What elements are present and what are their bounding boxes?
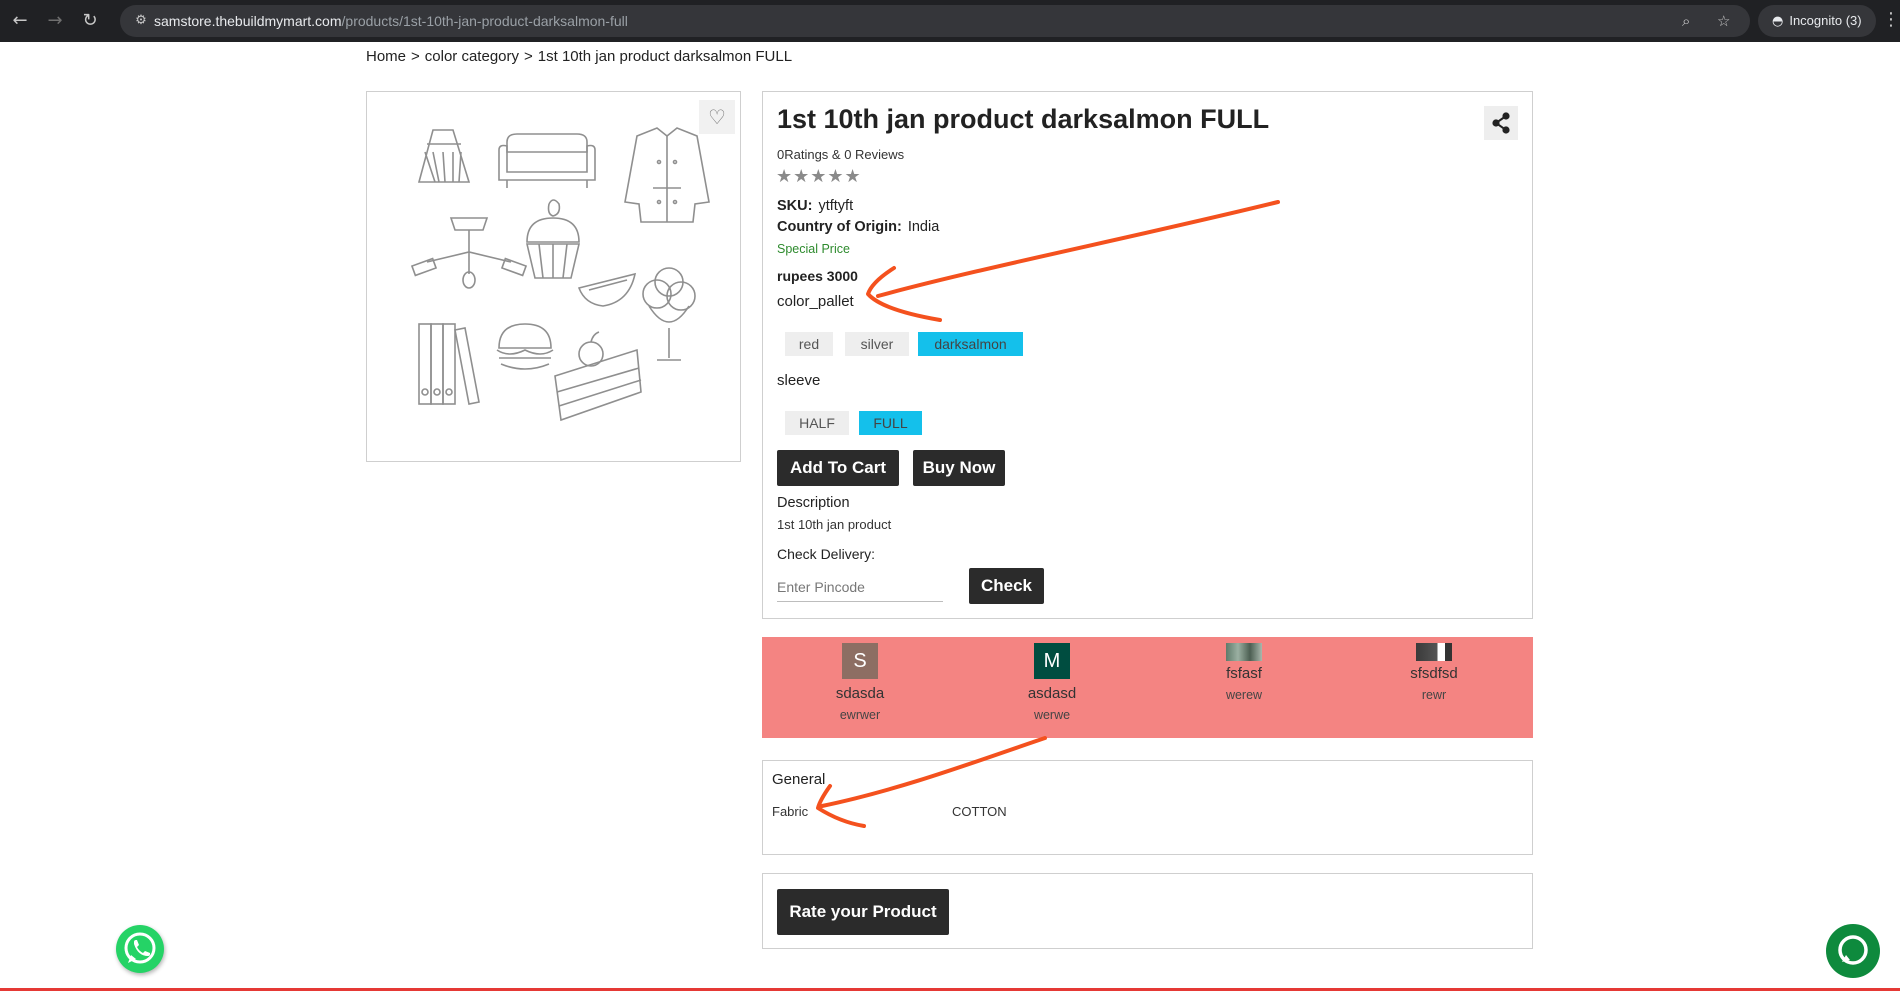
product-info-panel: 1st 10th jan product darksalmon FULL 0Ra… (762, 91, 1533, 619)
avatar (1226, 643, 1262, 661)
color-chip-silver[interactable]: silver (845, 332, 909, 356)
chat-glyph (1838, 935, 1868, 965)
testimonial-text: ewrwer (839, 708, 881, 722)
check-delivery-button[interactable]: Check (969, 568, 1044, 604)
rate-panel: Rate your Product (762, 873, 1533, 949)
share-icon[interactable] (1484, 106, 1518, 140)
rate-product-button[interactable]: Rate your Product (777, 889, 949, 935)
testimonial-card: S sdasda ewrwer (780, 643, 940, 722)
incognito-icon: ◓ (1772, 14, 1784, 29)
whatsapp-glyph (124, 932, 156, 964)
share-glyph (1492, 112, 1510, 134)
avatar: S (842, 643, 878, 679)
origin-label: Country of Origin: (777, 219, 902, 235)
testimonial-card: M asdasd werwe (972, 643, 1132, 722)
origin-value: India (907, 219, 940, 235)
breadcrumb-home[interactable]: Home (366, 48, 406, 65)
testimonial-card: fsfasf werew (1164, 643, 1324, 702)
chat-icon[interactable] (1826, 924, 1880, 978)
product-image[interactable]: ♡ (366, 91, 741, 462)
spec-key: Fabric (772, 804, 809, 819)
avatar (1416, 643, 1452, 661)
sleeve-chip-half[interactable]: HALF (785, 411, 849, 435)
breadcrumb: Home > color category >1st 10th jan product… (366, 48, 797, 65)
price: rupees 3000 (777, 268, 858, 284)
sleeve-chip-full[interactable]: FULL (859, 411, 922, 435)
product-title: 1st 10th jan product darksalmon FULL (777, 104, 1270, 134)
address-bar[interactable]: ⚙ samstore.thebuildmymart.com/products/1… (120, 5, 1750, 37)
pincode-input[interactable] (777, 572, 943, 602)
site-info-icon[interactable]: ⚙ (132, 12, 150, 30)
bookmark-star-icon[interactable]: ☆ (1717, 12, 1730, 30)
breadcrumb-separator: > (411, 48, 420, 65)
testimonial-name: asdasd (1027, 685, 1077, 702)
whatsapp-icon[interactable] (116, 925, 164, 973)
url-text[interactable]: samstore.thebuildmymart.com/products/1st… (154, 13, 628, 29)
testimonial-card: sfsdfsd rewr (1354, 643, 1514, 702)
testimonial-text: rewr (1421, 688, 1447, 702)
special-price-label: Special Price (777, 242, 850, 256)
sku-row: SKU: ytftyft (777, 198, 853, 214)
color-chip-red[interactable]: red (785, 332, 833, 356)
incognito-indicator[interactable]: ◓ Incognito (3) (1758, 5, 1876, 37)
ratings-summary: 0Ratings & 0 Reviews (777, 147, 905, 162)
breadcrumb-separator: > (524, 48, 533, 65)
testimonial-text: werwe (1033, 708, 1071, 722)
sku-label: SKU: (777, 198, 813, 214)
sku-value: ytftyft (818, 198, 854, 214)
zoom-icon[interactable]: ⌕ (1682, 12, 1690, 30)
browser-menu-icon[interactable]: ⋮ (1882, 9, 1900, 30)
forward-icon[interactable]: → (43, 9, 67, 33)
spec-heading: General (772, 771, 826, 788)
avatar: M (1034, 643, 1070, 679)
testimonial-name: fsfasf (1226, 665, 1262, 682)
heart-icon[interactable]: ♡ (699, 100, 735, 134)
description-label: Description (777, 495, 850, 511)
breadcrumb-category[interactable]: color category (425, 48, 519, 65)
rating-stars: ★★★★★ (776, 166, 862, 187)
add-to-cart-button[interactable]: Add To Cart (777, 450, 899, 486)
delivery-label: Check Delivery: (777, 546, 876, 562)
testimonial-text: werew (1225, 688, 1263, 702)
placeholder-illustration (410, 127, 710, 422)
specifications-panel: General Fabric COTTON (762, 760, 1533, 855)
browser-toolbar: ← → ↻ ⚙ samstore.thebuildmymart.com/prod… (0, 0, 1900, 42)
testimonial-name: sfsdfsd (1410, 665, 1458, 682)
reload-icon[interactable]: ↻ (78, 9, 102, 33)
color-option-label: color_pallet (777, 293, 854, 310)
description-text: 1st 10th jan product (777, 517, 892, 532)
back-icon[interactable]: ← (8, 9, 32, 33)
buy-now-button[interactable]: Buy Now (913, 450, 1005, 486)
spec-value: COTTON (952, 804, 1007, 819)
color-chip-darksalmon[interactable]: darksalmon (918, 332, 1023, 356)
testimonials-strip: S sdasda ewrwer M asdasd werwe fsfasf we… (762, 637, 1533, 738)
testimonial-name: sdasda (835, 685, 885, 702)
origin-row: Country of Origin: India (777, 219, 939, 235)
sleeve-option-label: sleeve (777, 372, 821, 389)
breadcrumb-current: 1st 10th jan product darksalmon FULL (537, 48, 793, 65)
